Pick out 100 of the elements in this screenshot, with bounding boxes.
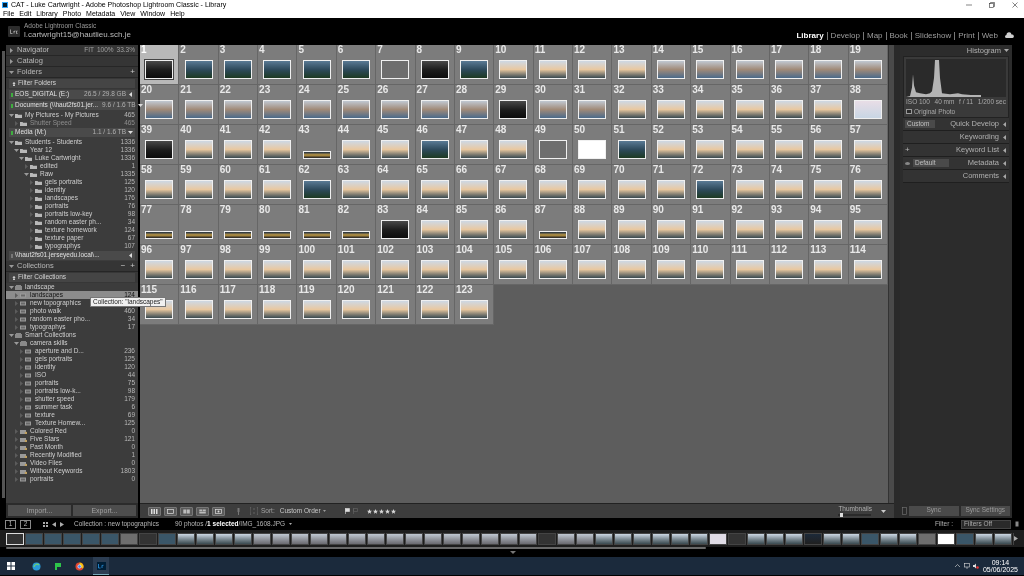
cell-number: 19 [849,45,861,55]
cell-number: 33 [652,85,664,95]
cell-number: 34 [692,85,704,95]
cell-number: 117 [219,285,236,295]
cell-number: 21 [180,85,192,95]
cell-number: 13 [613,45,625,55]
cell-number: 108 [613,245,631,255]
cell-number: 111 [731,245,748,255]
cell-number: 46 [416,125,428,135]
cell-number: 2 [180,45,186,55]
cell-number: 9 [455,45,462,55]
cell-number: 10 [495,45,507,55]
cell-number: 47 [455,125,468,135]
cell-number: 26 [377,85,389,95]
cell-number: 118 [259,285,276,295]
cell-number: 32 [613,85,625,95]
cell-number: 100 [298,245,316,255]
cell-number: 105 [495,245,512,255]
cell-number: 1 [141,45,147,55]
cell-number: 77 [141,205,153,215]
cell-number: 66 [455,165,468,175]
cell-number: 101 [337,245,355,255]
cell-number: 87 [534,205,546,215]
cell-number: 44 [337,125,349,135]
cell-number: 30 [534,85,546,95]
cell-number: 7 [377,45,383,55]
cell-number: 121 [377,285,394,295]
cell-number: 56 [810,125,822,135]
cell-number: 67 [495,165,507,175]
cell-number: 41 [219,125,231,135]
cell-number: 90 [652,205,664,215]
cell-number: 4 [259,45,265,55]
cell-number: 52 [652,125,664,135]
cell-number: 55 [770,125,782,135]
cell-number: 64 [377,165,389,175]
cell-number: 22 [219,85,231,95]
cell-number: 79 [219,205,231,215]
cell-number: 31 [574,85,586,95]
cell-number: 73 [731,165,743,175]
cell-number: 89 [613,205,625,215]
cell-number: 45 [377,125,389,135]
cell-number: 5 [298,45,305,55]
cell-number: 36 [770,85,782,95]
cell-number: 122 [416,285,434,295]
cell-number: 24 [298,85,310,95]
cell-number: 14 [652,45,664,55]
cell-number: 80 [259,205,271,215]
cell-number: 20 [141,85,153,95]
cell-number: 71 [652,165,664,175]
cell-number: 49 [534,125,546,135]
cell-number: 123 [455,285,473,295]
cell-number: 112 [770,245,788,255]
cell-number: 94 [810,205,822,215]
cell-number: 25 [337,85,349,95]
cell-number: 23 [259,85,271,95]
cell-number: 12 [574,45,586,55]
cell-number: 113 [810,245,827,255]
cell-number: 70 [613,165,625,175]
cell-number: 107 [574,245,591,255]
cell-number: 88 [574,205,586,215]
cell-number: 60 [219,165,231,175]
cell-number: 54 [731,125,743,135]
cell-number: 37 [810,85,822,95]
cell-number: 35 [731,85,743,95]
cell-number: 27 [416,85,428,95]
cell-number: 18 [810,45,822,55]
cell-number: 28 [455,85,468,95]
cell-number: 92 [731,205,743,215]
cell-number: 68 [534,165,546,175]
cell-number: 95 [849,205,861,215]
cell-number: 75 [810,165,822,175]
cell-number: 81 [298,205,310,215]
cell-number: 62 [298,165,310,175]
cell-number: 40 [180,125,192,135]
cell-number: 120 [337,285,355,295]
cell-number: 6 [337,45,344,55]
cell-number: 104 [455,245,473,255]
cell-number: 85 [455,205,468,215]
cell-number: 106 [534,245,552,255]
cell-number: 17 [770,45,782,55]
cell-number: 58 [141,165,153,175]
cell-number: 50 [574,125,586,135]
cell-number: 109 [652,245,670,255]
cell-number: 98 [219,245,231,255]
cell-number: 65 [416,165,428,175]
cell-number: 57 [849,125,861,135]
cell-number: 69 [574,165,586,175]
cell-number: 116 [180,285,197,295]
cell-number: 99 [259,245,271,255]
cell-number: 63 [337,165,349,175]
cell-number: 53 [692,125,704,135]
cell-number: 93 [770,205,782,215]
cell-number: 61 [259,165,271,175]
cell-number: 78 [180,205,192,215]
cell-number: 110 [692,245,709,255]
user-email: l.cartwright15@hautlieu.sch.je [24,29,131,40]
cell-number: 11 [534,45,546,55]
cell-number: 84 [416,205,428,215]
cell-number: 96 [141,245,153,255]
cell-number: 83 [377,205,389,215]
